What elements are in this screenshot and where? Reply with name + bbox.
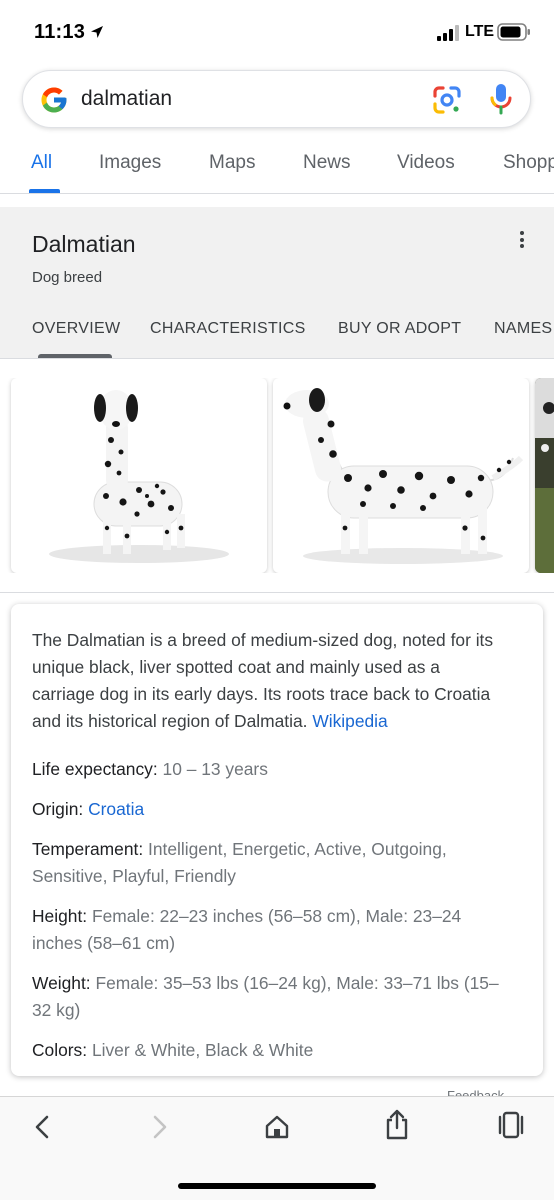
home-indicator <box>178 1183 376 1189</box>
page-subtitle: Dog breed <box>32 269 103 286</box>
status-bar: 11:13 LTE <box>0 0 554 64</box>
dalmatian-image-3[interactable] <box>535 378 554 573</box>
description-text: The Dalmatian is a breed of medium-sized… <box>32 627 502 735</box>
tab-all[interactable]: All <box>31 152 52 174</box>
search-input[interactable]: dalmatian <box>81 87 172 111</box>
kp-tab-buy-or-adopt[interactable]: BUY OR ADOPT <box>338 320 461 338</box>
location-arrow-icon <box>91 26 103 38</box>
active-tab-indicator <box>29 189 60 193</box>
more-options-icon[interactable] <box>514 231 530 251</box>
tab-news[interactable]: News <box>303 152 351 174</box>
search-tabs: All Images Maps News Videos Shopping <box>0 132 554 194</box>
page-title: Dalmatian <box>32 231 136 257</box>
description-body: The Dalmatian is a breed of medium-sized… <box>32 630 494 731</box>
dalmatian-photo-outdoor <box>535 378 554 573</box>
kp-tab-names[interactable]: NAMES <box>494 320 552 338</box>
image-carousel <box>0 378 554 573</box>
battery-icon <box>497 23 530 41</box>
attribute-colors: Colors: Liver & White, Black & White <box>32 1037 512 1064</box>
feedback-link[interactable]: Feedback <box>447 1086 504 1096</box>
cellular-signal-icon <box>437 25 459 41</box>
attribute-origin: Origin: Croatia <box>32 796 512 823</box>
description-card: The Dalmatian is a breed of medium-sized… <box>11 604 543 1076</box>
kp-tab-overview[interactable]: OVERVIEW <box>32 320 120 338</box>
google-logo-icon <box>41 87 67 113</box>
attribute-label: Life expectancy: <box>32 759 158 779</box>
attribute-label: Origin: <box>32 799 84 819</box>
attribute-weight: Weight: Female: 35–53 lbs (16–24 kg), Ma… <box>32 970 512 1024</box>
tab-videos[interactable]: Videos <box>397 152 455 174</box>
attribute-height: Height: Female: 22–23 inches (56–58 cm),… <box>32 903 512 957</box>
attribute-label: Temperament: <box>32 839 144 859</box>
dalmatian-photo-front <box>49 390 229 563</box>
dalmatian-photo-side <box>283 388 524 564</box>
share-icon[interactable] <box>383 1109 411 1141</box>
attribute-value: Female: 22–23 inches (56–58 cm), Male: 2… <box>32 906 462 953</box>
attribute-value: Female: 35–53 lbs (16–24 kg), Male: 33–7… <box>32 973 499 1020</box>
search-bar[interactable]: dalmatian <box>22 70 531 128</box>
attribute-temperament: Temperament: Intelligent, Energetic, Act… <box>32 836 512 890</box>
google-lens-icon[interactable] <box>431 84 463 116</box>
home-icon[interactable] <box>263 1113 291 1141</box>
attribute-value: 10 – 13 years <box>162 759 268 779</box>
voice-search-icon[interactable] <box>489 82 513 116</box>
attribute-label: Height: <box>32 906 88 926</box>
divider <box>0 592 554 593</box>
attribute-life-expectancy: Life expectancy: 10 – 13 years <box>32 756 512 783</box>
tab-maps[interactable]: Maps <box>209 152 255 174</box>
origin-link[interactable]: Croatia <box>88 799 144 819</box>
network-type: LTE <box>465 23 495 40</box>
knowledge-panel-header: Dalmatian Dog breed OVERVIEW CHARACTERIS… <box>0 207 554 359</box>
kp-active-tab-indicator <box>38 354 112 358</box>
dalmatian-image-1[interactable] <box>11 378 267 573</box>
tab-shopping[interactable]: Shopping <box>503 152 554 174</box>
attribute-label: Weight: <box>32 973 91 993</box>
wikipedia-link[interactable]: Wikipedia <box>312 711 387 731</box>
status-time: 11:13 <box>34 21 86 43</box>
attribute-value: Liver & White, Black & White <box>91 1040 314 1060</box>
tabs-switcher-icon[interactable] <box>496 1109 526 1141</box>
tab-images[interactable]: Images <box>99 152 161 174</box>
forward-icon[interactable] <box>148 1113 170 1141</box>
dalmatian-image-2[interactable] <box>273 378 529 573</box>
back-icon[interactable] <box>32 1113 54 1141</box>
kp-tab-characteristics[interactable]: CHARACTERISTICS <box>150 320 306 338</box>
attribute-label: Colors: <box>32 1040 88 1060</box>
